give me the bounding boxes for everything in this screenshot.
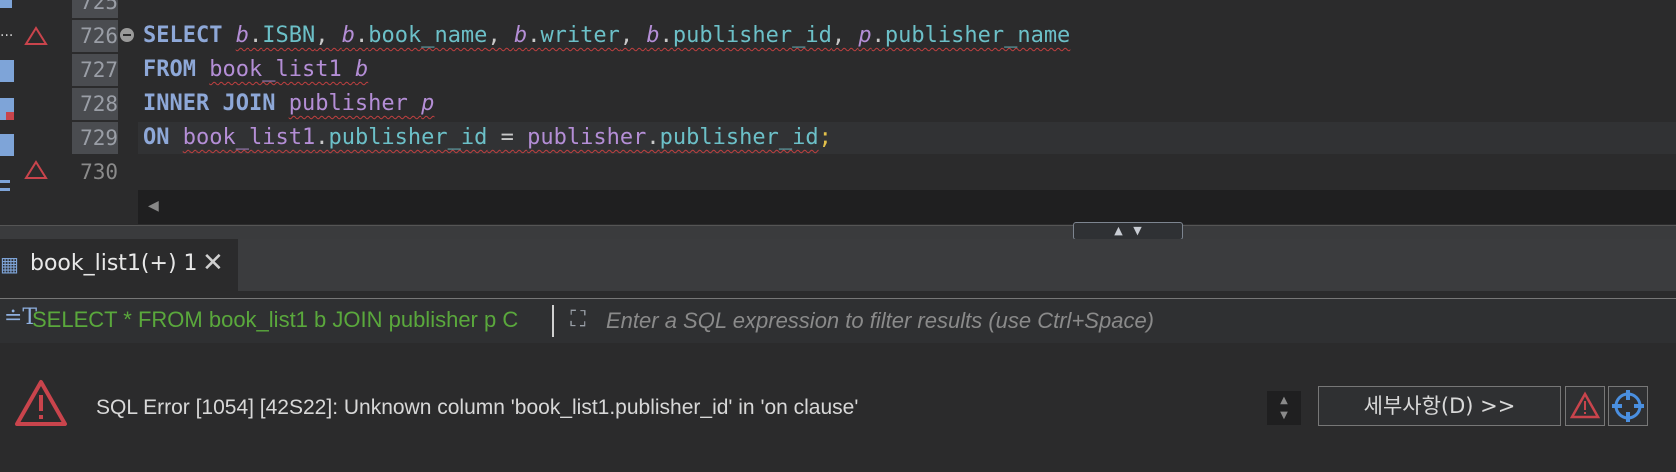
code-line-729[interactable]: ON book_list1.publisher_id = publisher.p… (143, 122, 832, 154)
line-number: 728 (72, 88, 118, 120)
column-name: publisher_id (672, 23, 832, 48)
crosshair-icon (1612, 390, 1644, 422)
target-button[interactable] (1608, 386, 1648, 426)
divider (552, 305, 554, 337)
operator: = (500, 125, 514, 150)
error-warning-icon (15, 380, 67, 426)
alias: b (354, 57, 369, 82)
column-name: writer (540, 23, 620, 48)
results-tab-strip: ▦ book_list1(+) 1 ✕ (0, 239, 1676, 291)
ruler-doc-icon (0, 134, 14, 156)
sql-editor[interactable]: ... 725 726 727 728 729 730 SELECT b.ISB… (0, 0, 1676, 232)
ruler-outline-icon (0, 188, 10, 191)
line-number: 727 (72, 54, 118, 86)
tab-results[interactable]: ▦ book_list1(+) 1 ✕ (0, 239, 238, 291)
code-line-728[interactable]: INNER JOIN publisher p (143, 88, 434, 120)
warning-icon[interactable] (24, 26, 48, 45)
panel-splitter[interactable] (0, 225, 1676, 240)
error-panel: SQL Error [1054] [42S22]: Unknown column… (0, 343, 1676, 472)
ruler-icons: ... (0, 0, 48, 191)
line-number: 730 (80, 160, 118, 184)
expand-icon[interactable]: ⛶ (563, 305, 593, 335)
message-scroll-stepper[interactable]: ▲ ▼ (1267, 391, 1301, 425)
filter-input[interactable] (604, 305, 1668, 337)
alias: b (235, 23, 249, 48)
chevron-down-icon[interactable]: ▼ (1133, 224, 1141, 237)
sql-keyword: FROM (143, 57, 196, 82)
ruler-error-badge-icon (6, 112, 14, 120)
table-name: book_list1 (182, 125, 316, 150)
column-name: book_name (368, 23, 488, 48)
line-number: 726 (72, 20, 118, 52)
ruler-doc-icon (0, 60, 14, 82)
horizontal-scrollbar[interactable]: ◀ (138, 190, 1676, 224)
alias: b (646, 23, 660, 48)
column-name: ISBN (262, 23, 316, 48)
details-button[interactable]: 세부사항(D) >> (1318, 386, 1561, 426)
table-name: book_list1 (209, 57, 342, 82)
error-message: SQL Error [1054] [42S22]: Unknown column… (96, 396, 859, 419)
sql-keyword: INNER JOIN (143, 91, 276, 116)
code-line-727[interactable]: FROM book_list1 b (143, 54, 368, 86)
alias: p (858, 23, 872, 48)
column-name: publisher_id (328, 125, 488, 150)
column-name: publisher_id (659, 125, 819, 150)
line-number-gutter: 725 726 727 728 729 730 (72, 0, 120, 232)
chevron-up-icon[interactable]: ▲ (1114, 224, 1122, 237)
ruler-outline-icon (0, 180, 10, 183)
semicolon: ; (818, 125, 832, 150)
fold-collapse-icon[interactable] (119, 27, 135, 43)
line-number: 729 (72, 122, 118, 154)
results-filter-bar: ≐T SELECT * FROM book_list1 b JOIN publi… (0, 298, 1676, 344)
alias: p (421, 91, 435, 116)
alias: b (341, 23, 355, 48)
alias: b (513, 23, 528, 48)
table-name: publisher (288, 91, 408, 116)
line-number: 725 (72, 0, 118, 18)
warning-icon[interactable] (24, 160, 48, 179)
splitter-toggle-button[interactable]: ▲ ▼ (1073, 222, 1183, 240)
scroll-left-icon[interactable]: ◀ (148, 198, 159, 214)
editor-left-ruler: ... (0, 0, 48, 232)
table-name: publisher (527, 125, 647, 150)
sql-keyword: SELECT (143, 23, 223, 48)
grid-table-icon: ▦ (0, 252, 19, 276)
tab-label: book_list1(+) 1 (30, 251, 198, 276)
show-error-log-button[interactable] (1565, 386, 1605, 426)
code-line-726[interactable]: SELECT b.ISBN, b.book_name, b.writer, b.… (143, 20, 1070, 52)
ruler-ellipsis-icon: ... (0, 24, 13, 40)
warning-icon (1569, 391, 1601, 419)
column-name: publisher_name (884, 23, 1071, 48)
query-preview[interactable]: SELECT * FROM book_list1 b JOIN publishe… (32, 307, 548, 333)
close-icon[interactable]: ✕ (202, 248, 224, 278)
ruler-file-icon (0, 0, 12, 8)
sql-keyword: ON (143, 125, 170, 150)
